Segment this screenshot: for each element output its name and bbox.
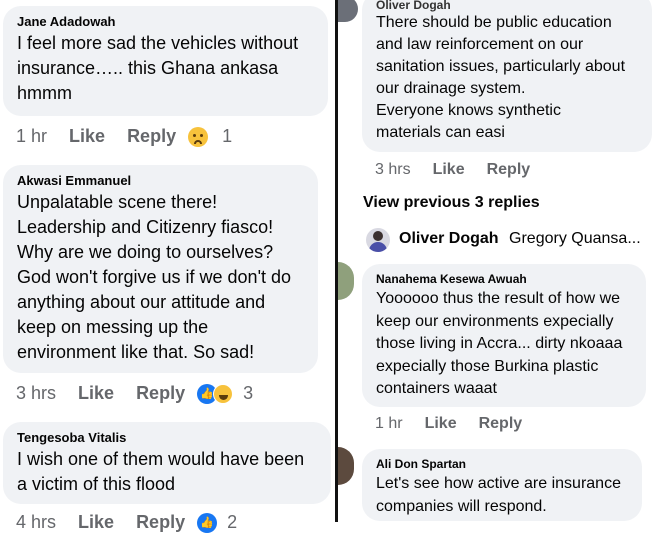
comment-author[interactable]: Ali Don Spartan [376,457,630,471]
comment-author[interactable]: Nanahema Kesewa Awuah [376,272,634,286]
reactions[interactable]: 👍 3 [197,383,253,404]
reactions[interactable]: 👍 2 [197,512,237,533]
comment-text: Yoooooo thus the result of how we keep o… [376,290,623,397]
comment-author[interactable]: Akwasi Emmanuel [17,173,306,189]
comment-text: I wish one of them would have been a vic… [17,449,305,494]
reply-button[interactable]: Reply [127,126,176,147]
reactions[interactable]: 1 [188,126,232,147]
comment-author[interactable]: Oliver Dogah [376,0,640,12]
comment-text: I feel more sad the vehicles without ins… [17,33,299,103]
comment-bubble: Nanahema Kesewa Awuah Yoooooo thus the r… [362,264,646,407]
comment-text: Let's see how active are insurance compa… [376,475,621,515]
haha-reaction-icon [213,383,234,404]
comment-time[interactable]: 1 hr [375,415,403,433]
column-divider [335,0,338,522]
avatar[interactable] [366,228,390,252]
avatar[interactable] [338,447,354,485]
reaction-count: 2 [227,512,238,532]
comment-author[interactable]: Jane Adadowah [17,14,316,30]
reply-button[interactable]: Reply [487,161,531,179]
view-previous-replies-link[interactable]: View previous 3 replies [363,194,540,212]
comment-text: Unpalatable scene there! Leadership and … [17,192,292,362]
comment-bubble: Tengesoba Vitalis I wish one of them wou… [3,422,331,504]
comment-time[interactable]: 3 hrs [16,383,56,404]
comment-actions: 3 hrs Like Reply 👍 3 [16,383,253,404]
reply-button[interactable]: Reply [136,512,185,533]
comment-time[interactable]: 1 hr [16,126,47,147]
comment-bubble: Ali Don Spartan Let's see how active are… [362,449,642,521]
avatar[interactable] [338,262,354,300]
comment-actions: 1 hr Like Reply 1 [16,126,232,147]
comment-text: There should be public education and law… [376,14,626,141]
comment-bubble: Oliver Dogah There should be public educ… [362,0,652,152]
like-button[interactable]: Like [78,383,114,404]
comment-actions: 4 hrs Like Reply 👍 2 [16,512,237,533]
sad-emoji-icon [188,126,209,147]
reply-preview[interactable]: Oliver Dogah Gregory Quansa... [399,230,641,248]
reply-author[interactable]: Oliver Dogah [399,230,499,247]
like-button[interactable]: Like [433,161,465,179]
reply-button[interactable]: Reply [136,383,185,404]
avatar[interactable] [338,0,358,22]
reaction-count: 3 [243,383,254,403]
comment-author[interactable]: Tengesoba Vitalis [17,430,319,446]
like-button[interactable]: Like [425,415,457,433]
reply-button[interactable]: Reply [479,415,523,433]
comment-bubble: Jane Adadowah I feel more sad the vehicl… [3,6,328,116]
like-button[interactable]: Like [78,512,114,533]
comment-time[interactable]: 4 hrs [16,512,56,533]
comment-time[interactable]: 3 hrs [375,161,411,179]
comment-actions: 1 hr Like Reply [375,415,544,433]
like-button[interactable]: Like [69,126,105,147]
reply-text: Gregory Quansa... [509,230,641,247]
reaction-count: 1 [222,126,233,146]
like-reaction-icon: 👍 [197,512,218,533]
comment-bubble: Akwasi Emmanuel Unpalatable scene there!… [3,165,318,373]
comment-actions: 3 hrs Like Reply [375,161,552,179]
